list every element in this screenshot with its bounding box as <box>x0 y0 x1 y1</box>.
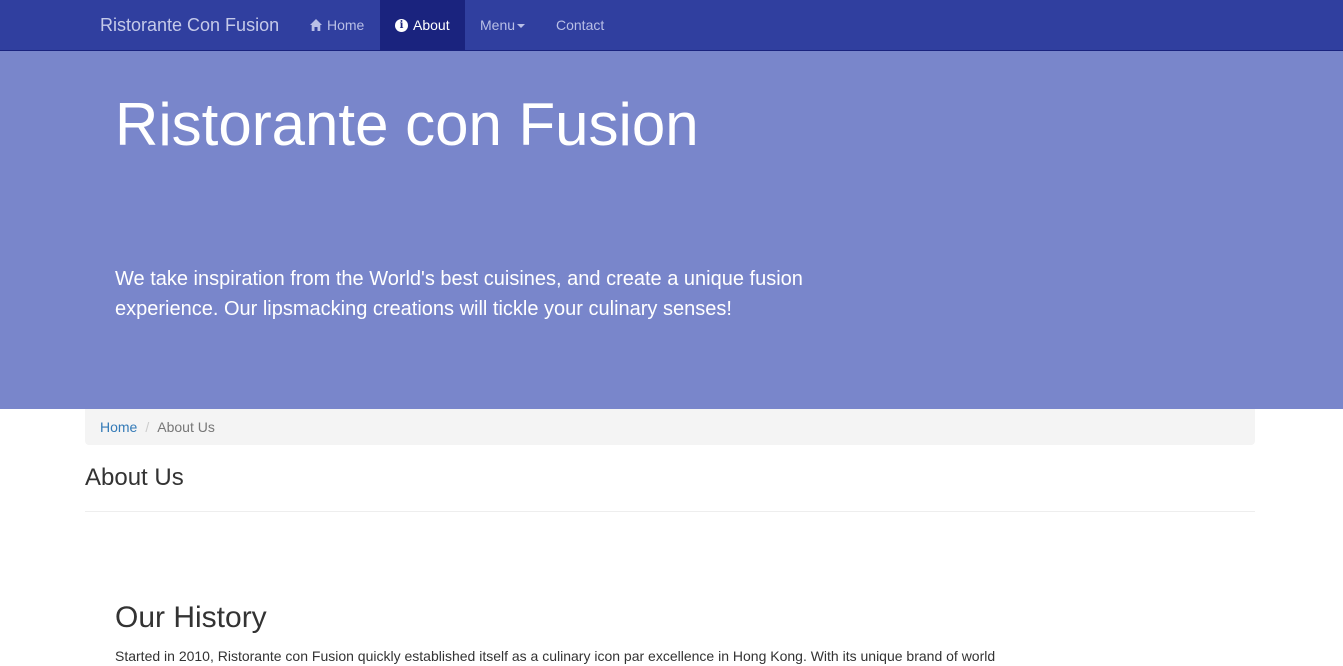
history-paragraph: Started in 2010, Ristorante con Fusion q… <box>115 648 996 664</box>
nav-contact[interactable]: Contact <box>541 0 619 50</box>
nav-about[interactable]: i About <box>380 0 465 50</box>
breadcrumb: Home / About Us <box>85 409 1255 445</box>
page-divider <box>85 511 1255 512</box>
home-icon <box>310 19 322 31</box>
nav-menu-label: Menu <box>480 17 516 33</box>
nav-home[interactable]: Home <box>295 0 378 50</box>
hero-description: We take inspiration from the World's bes… <box>115 268 803 320</box>
page-title: About Us <box>85 464 184 491</box>
info-icon: i <box>395 18 408 32</box>
breadcrumb-home-link[interactable]: Home <box>100 419 137 435</box>
breadcrumb-separator: / <box>145 419 150 435</box>
history-heading: Our History <box>115 601 267 634</box>
navbar: Ristorante Con Fusion Home i About Menu … <box>0 0 1343 51</box>
nav-contact-label: Contact <box>556 17 605 33</box>
nav-menu-dropdown[interactable]: Menu <box>465 0 540 50</box>
caret-down-icon <box>517 23 526 28</box>
breadcrumb-current: About Us <box>157 419 215 435</box>
nav-home-label: Home <box>327 17 365 33</box>
nav-about-label: About <box>413 17 450 33</box>
hero-jumbotron: Ristorante con Fusion We take inspiratio… <box>0 51 1343 409</box>
hero-title: Ristorante con Fusion <box>115 91 699 158</box>
brand-link[interactable]: Ristorante Con Fusion <box>100 15 279 35</box>
